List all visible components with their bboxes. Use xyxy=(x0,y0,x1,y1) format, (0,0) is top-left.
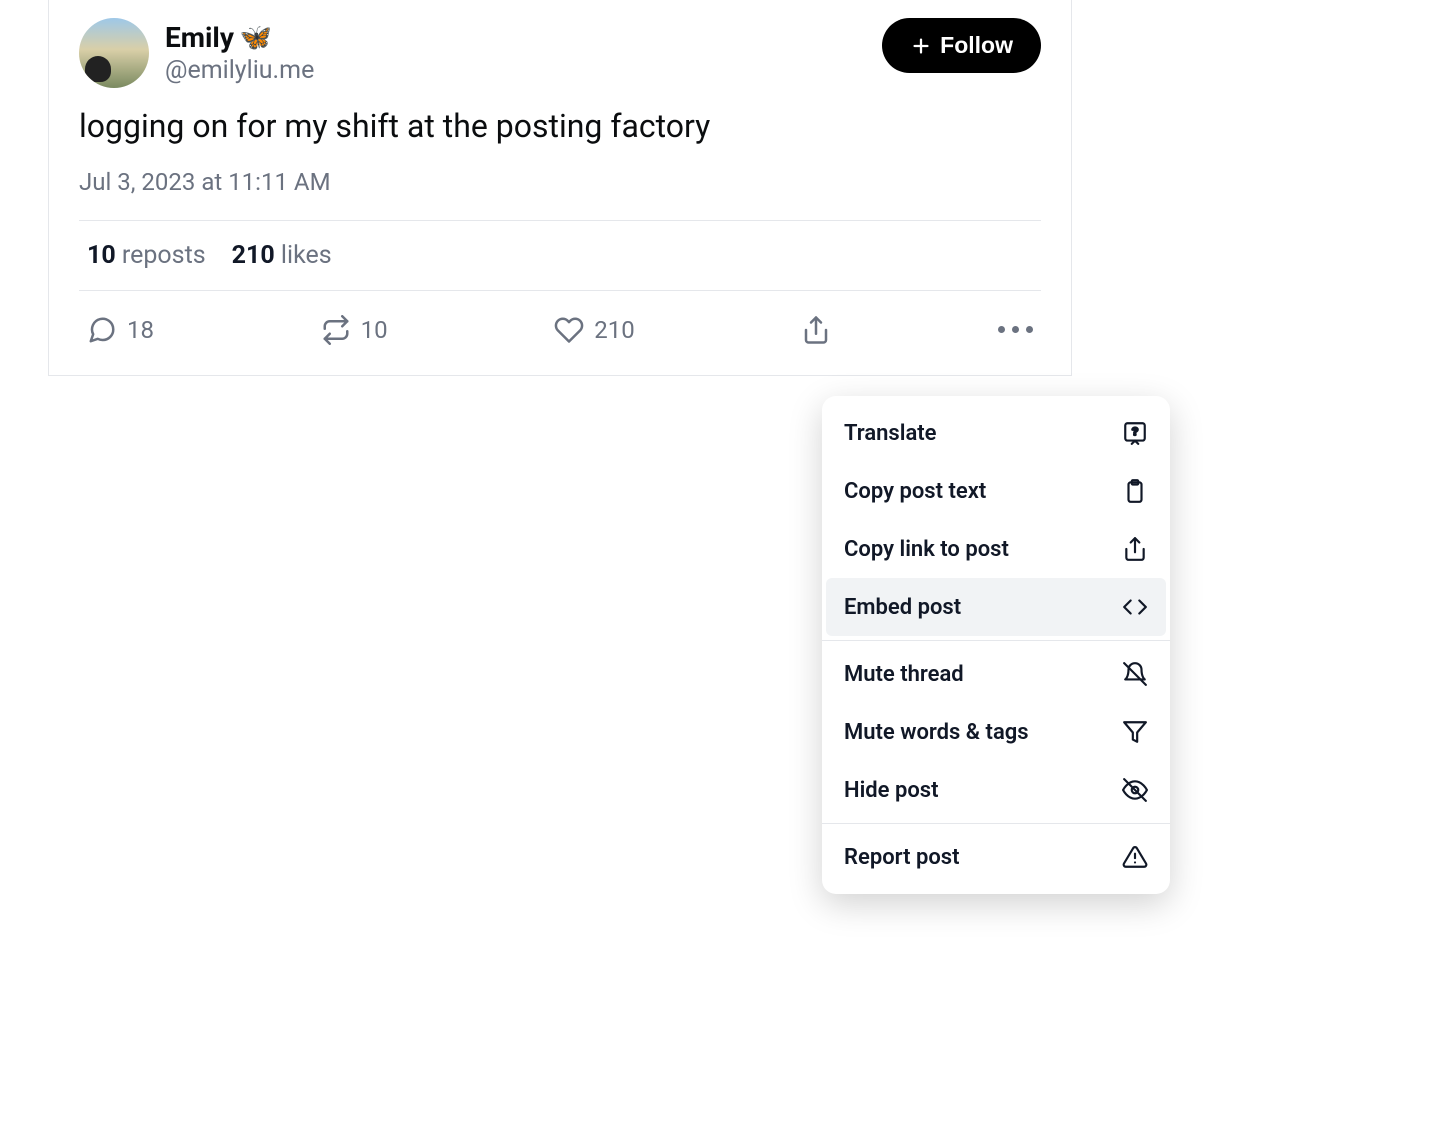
clipboard-icon xyxy=(1122,478,1148,504)
menu-divider xyxy=(822,640,1170,641)
dot-icon xyxy=(998,326,1005,333)
follow-label: Follow xyxy=(940,32,1013,59)
menu-label: Hide post xyxy=(844,778,939,803)
repost-icon xyxy=(321,315,351,345)
heart-icon xyxy=(554,315,584,345)
menu-copy-text[interactable]: Copy post text xyxy=(822,462,1170,520)
share-button[interactable] xyxy=(801,315,831,345)
handle[interactable]: @emilyliu.me xyxy=(165,56,314,85)
avatar[interactable] xyxy=(79,18,149,88)
like-count: 210 xyxy=(594,316,634,344)
post-header: Emily 🦋 @emilyliu.me Follow xyxy=(79,18,1041,88)
menu-mute-words[interactable]: Mute words & tags xyxy=(822,703,1170,761)
likes-stat[interactable]: 210 likes xyxy=(232,241,332,270)
like-button[interactable]: 210 xyxy=(554,315,634,345)
timestamp[interactable]: Jul 3, 2023 at 11:11 AM xyxy=(79,168,1041,220)
post-card: Emily 🦋 @emilyliu.me Follow logging on f… xyxy=(48,0,1072,376)
post-body: logging on for my shift at the posting f… xyxy=(79,106,1041,148)
reply-count: 18 xyxy=(127,316,154,344)
actions-row: 18 10 210 xyxy=(79,290,1041,375)
butterfly-icon: 🦋 xyxy=(240,23,272,53)
reposts-label: reposts xyxy=(122,241,206,270)
share-icon xyxy=(801,315,831,345)
menu-label: Mute thread xyxy=(844,662,964,687)
reply-icon xyxy=(87,315,117,345)
menu-label: Embed post xyxy=(844,595,961,620)
menu-copy-link[interactable]: Copy link to post xyxy=(822,520,1170,578)
reposts-count: 10 xyxy=(87,241,116,270)
dot-icon xyxy=(1026,326,1033,333)
menu-label: Mute words & tags xyxy=(844,720,1029,745)
menu-embed[interactable]: Embed post xyxy=(826,578,1166,636)
likes-count: 210 xyxy=(232,241,275,270)
filter-icon xyxy=(1122,719,1148,745)
reply-button[interactable]: 18 xyxy=(87,315,154,345)
follow-button[interactable]: Follow xyxy=(882,18,1041,73)
context-menu: Translate ? Copy post text Copy link to … xyxy=(822,396,1170,894)
menu-report[interactable]: Report post xyxy=(822,828,1170,886)
dot-icon xyxy=(1012,326,1019,333)
plus-icon xyxy=(910,35,932,57)
menu-translate[interactable]: Translate ? xyxy=(822,404,1170,462)
repost-button[interactable]: 10 xyxy=(321,315,388,345)
display-name[interactable]: Emily 🦋 xyxy=(165,21,314,54)
menu-label: Translate xyxy=(844,421,937,446)
alert-icon xyxy=(1122,844,1148,870)
reposts-stat[interactable]: 10 reposts xyxy=(87,241,206,270)
menu-hide[interactable]: Hide post xyxy=(822,761,1170,819)
likes-label: likes xyxy=(281,241,332,270)
more-button[interactable] xyxy=(998,326,1033,333)
bell-off-icon xyxy=(1122,661,1148,687)
translate-icon: ? xyxy=(1122,420,1148,446)
menu-label: Report post xyxy=(844,845,959,870)
menu-label: Copy post text xyxy=(844,479,986,504)
author-block[interactable]: Emily 🦋 @emilyliu.me xyxy=(79,18,314,88)
repost-count: 10 xyxy=(361,316,388,344)
menu-divider xyxy=(822,823,1170,824)
menu-mute-thread[interactable]: Mute thread xyxy=(822,645,1170,703)
menu-label: Copy link to post xyxy=(844,537,1009,562)
display-name-text: Emily xyxy=(165,21,234,54)
code-icon xyxy=(1122,594,1148,620)
name-block: Emily 🦋 @emilyliu.me xyxy=(165,21,314,85)
share-up-icon xyxy=(1122,536,1148,562)
stats-row: 10 reposts 210 likes xyxy=(79,220,1041,290)
svg-text:?: ? xyxy=(1132,426,1139,438)
eye-off-icon xyxy=(1122,777,1148,803)
